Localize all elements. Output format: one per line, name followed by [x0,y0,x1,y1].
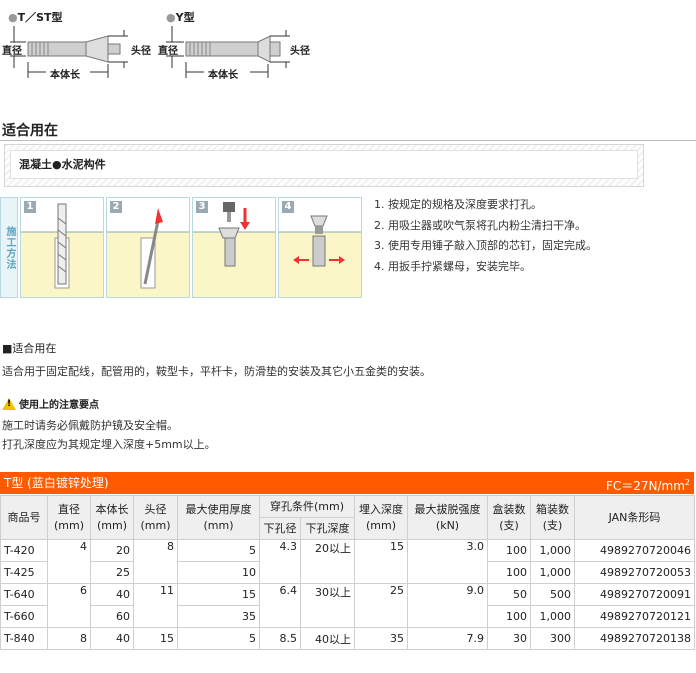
construction-steps: 1. 按规定的规格及深度要求打孔。 2. 用吸尘器或吹气泵将孔内粉尘清扫干净。 … [374,195,597,277]
usage-subtitle: ■适合用在 [2,342,57,355]
step-text-2: 2. 用吸尘器或吹气泵将孔内粉尘清扫干净。 [374,218,586,232]
material-box: 混凝土●水泥构件 [4,144,644,187]
step-3-illustration: 3 [192,197,276,298]
concrete-strength: FC＝27N/mm2 [605,478,690,493]
col-jan: JAN条形码 [574,495,696,540]
y-anchor-illustration [185,35,281,63]
step-2-illustration: 2 [106,197,190,298]
material-text: 混凝土●水泥构件 [10,150,638,179]
caution-text: 施工时请务必佩戴防护镜及安全帽。 打孔深度应为其规定埋入深度+5mm以上。 [2,416,216,454]
col-diameter: 直径 (mm) [47,495,91,540]
col-hole-dia: 下孔径 [259,517,301,540]
step-number: 2 [110,201,122,213]
spec-table: 商品号 直径 (mm) 本体长 (mm) 头径 (mm) 最大使用厚度 (mm)… [0,495,696,650]
table-title-bar: T型 (蓝白镀锌处理) FC＝27N/mm2 [0,472,694,494]
diameter-label-right: 直径 [158,46,178,57]
col-code: 商品号 [0,495,48,540]
caution-heading: ! 使用上的注意要点 [2,396,99,411]
col-case: 箱装数 (支) [530,495,576,540]
table-title: T型 (蓝白镀锌处理) [4,476,109,490]
col-length: 本体长 (mm) [90,495,134,540]
col-embed: 埋入深度 (mm) [354,495,409,540]
col-box: 盒装数 (支) [487,495,532,540]
diameter-label-left: 直径 [2,46,22,57]
step-number: 4 [282,201,294,213]
warning-icon: ! [2,397,16,410]
body-length-label-right: 本体长 [208,70,238,81]
usage-description: 适合用于固定配线，配管用的，鞍型卡，平杆卡，防滑垫的安装及其它小五金类的安装。 [2,365,431,378]
step-1-illustration: 1 [20,197,104,298]
usage-section-title: 适合用在 [2,123,58,139]
caution-line-1: 施工时请务必佩戴防护镜及安全帽。 [2,419,178,432]
t-anchor-illustration [27,35,121,63]
section-divider [0,140,696,141]
step-4-illustration: 4 [278,197,362,298]
table-row: T-640 6 40 11 15 6.4 30以上 25 9.0 50 500 … [0,583,696,628]
step-number: 1 [24,201,36,213]
head-diameter-label-right: 头径 [290,46,310,57]
step-text-3: 3. 使用专用锤子敲入顶部的芯钉，固定完成。 [374,239,597,252]
table-row: T-420 4 20 8 5 4.3 20以上 15 3.0 100 1,000… [0,539,696,584]
step-text-1: 1. 按规定的规格及深度要求打孔。 [374,198,542,211]
caution-line-2: 打孔深度应为其规定埋入深度+5mm以上。 [2,438,216,451]
table-row: T-840 8 40 15 5 8.5 40以上 35 7.9 30 300 4… [0,627,696,650]
col-pull: 最大拔脱强度 (kN) [407,495,489,540]
caution-title: 使用上的注意要点 [19,400,99,411]
step-text-4: 4. 用扳手拧紧螺母，安装完毕。 [374,259,531,273]
head-diameter-label-left: 头径 [131,46,151,57]
col-hole-depth: 下孔深度 [299,517,356,540]
body-length-label-left: 本体长 [50,70,80,81]
step-number: 3 [196,201,208,213]
construction-method-tab: 施工方法 [0,197,18,298]
col-thickness: 最大使用厚度 (mm) [177,495,260,540]
col-hole: 穿孔条件(mm) [258,495,356,518]
col-head: 头径 (mm) [133,495,178,540]
